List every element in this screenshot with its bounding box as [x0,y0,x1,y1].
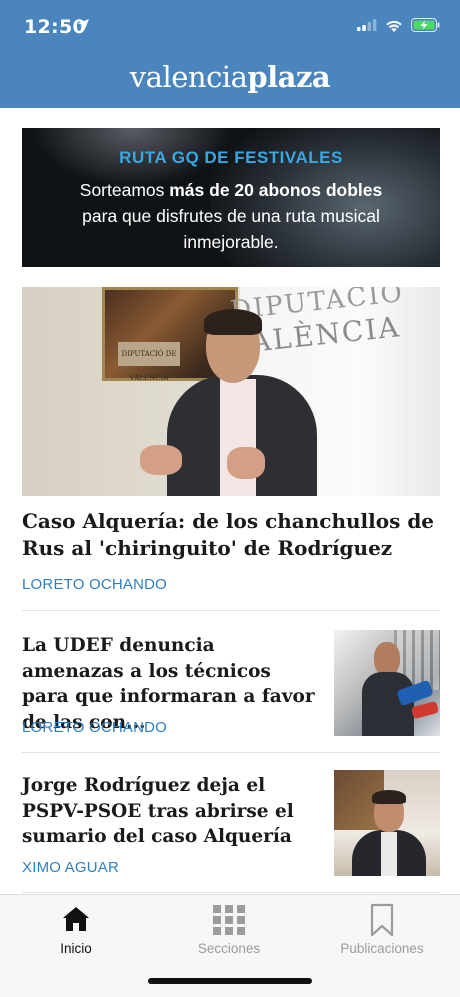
tab-inicio[interactable]: Inicio [1,903,151,956]
location-arrow-icon [78,19,89,30]
article-thumbnail-2[interactable] [334,630,440,736]
home-indicator[interactable] [148,978,312,984]
thumb-face [374,642,400,676]
banner-line2: para que disfrutes de una ruta musical [82,206,380,226]
app-logo[interactable]: valenciaplaza [0,60,460,94]
bookmark-icon [370,903,394,937]
wifi-icon [386,20,402,32]
app-header: 12:50 valenciaplaza [0,0,460,108]
thumb-microphone-2 [410,700,440,720]
thumb-shirt [381,832,397,876]
lead-article-image[interactable]: DIPUTACIÓ DE VALÈNCIA DIPUTACIÓ VALÈNCIA [22,287,440,496]
lead-article-author[interactable]: LORETO OCHANDO [22,576,167,593]
tab-secciones[interactable]: Secciones [154,903,304,956]
divider [22,892,440,893]
banner-text: Sorteamos más de 20 abonos dobles para q… [42,177,420,255]
banner-title: RUTA GQ DE FESTIVALES [119,148,343,167]
hero-person-hair [204,309,262,335]
logo-regular: valencia [129,60,248,94]
thumb-hair [372,790,406,804]
hero-person-hand-left [140,445,182,475]
signal-bars-icon [357,19,377,31]
hero-plaque: DIPUTACIÓ DE VALÈNCIA [118,342,180,382]
banner-line1-bold: más de 20 abonos dobles [169,180,383,200]
status-indicators [357,18,440,32]
divider [22,752,440,753]
divider [22,610,440,611]
home-icon [63,907,89,931]
battery-charging-icon [411,18,440,32]
article-thumbnail-3[interactable] [334,770,440,876]
promo-banner[interactable]: RUTA GQ DE FESTIVALES Sorteamos más de 2… [22,128,440,267]
article-title-3[interactable]: Jorge Rodríguez deja el PSPV-PSOE tras a… [22,773,322,850]
news-feed[interactable]: RUTA GQ DE FESTIVALES Sorteamos más de 2… [0,108,460,894]
tab-publicaciones[interactable]: Publicaciones [307,903,457,956]
banner-line1-prefix: Sorteamos [79,180,170,200]
banner-line3: inmejorable. [183,232,279,252]
tab-label-secciones: Secciones [197,941,261,956]
grid-icon [213,905,245,935]
tab-label-publicaciones: Publicaciones [340,941,424,956]
hero-person-hand-right [227,447,265,479]
article-author-2[interactable]: LORETO OCHANDO [22,719,167,736]
logo-bold: plaza [247,60,331,94]
lead-article-title[interactable]: Caso Alquería: de los chanchullos de Rus… [22,508,440,562]
tab-label-inicio: Inicio [60,941,92,956]
article-author-3[interactable]: XIMO AGUAR [22,859,119,876]
